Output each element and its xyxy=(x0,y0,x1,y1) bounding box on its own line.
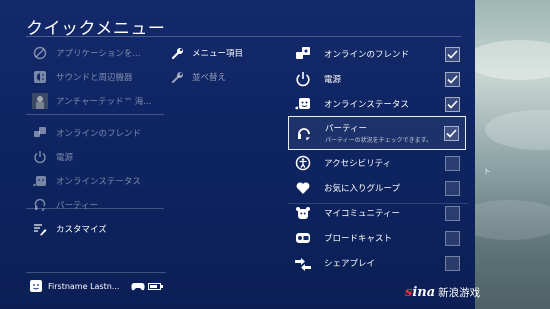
checklist-item-my-community[interactable]: マイコミュニティー xyxy=(288,201,466,225)
checklist-item-party[interactable]: パーティー パーティーの状況をチェックできます。 xyxy=(288,116,466,150)
friends-icon xyxy=(32,125,48,141)
checkbox-power[interactable] xyxy=(445,71,460,87)
checkbox-shareplay[interactable] xyxy=(445,255,460,271)
menu-item-game[interactable]: アンチャーテッド™ 海... xyxy=(32,90,166,112)
footer-divider xyxy=(26,272,166,273)
checklist-item-online-status[interactable]: オンラインステータス xyxy=(288,92,466,116)
user-bar: Firstname Lastn... xyxy=(30,278,164,294)
sound-icon xyxy=(32,69,48,85)
menu-item-label: アンチャーテッド™ 海... xyxy=(56,97,152,107)
customize-icon xyxy=(32,221,48,237)
checklist-item-shareplay[interactable]: シェアプレイ xyxy=(288,251,466,275)
background-game-art: ト xyxy=(475,0,550,309)
checklist-item-favorite-groups[interactable]: お気に入りグループ xyxy=(288,176,466,200)
checklist-item-label: パーティー xyxy=(325,124,367,134)
heart-icon xyxy=(294,179,312,197)
status-icon xyxy=(294,95,312,113)
status-icon xyxy=(32,173,48,189)
checklist-item-label: ブロードキャスト xyxy=(324,234,393,244)
party-icon xyxy=(32,197,48,213)
submenu-item-menu-items[interactable]: メニュー項目 xyxy=(170,42,243,64)
menu-item-label: サウンドと周辺機器 xyxy=(56,73,133,83)
checklist-item-accessibility[interactable]: アクセシビリティ xyxy=(288,151,466,175)
checklist-item-label: オンラインのフレンド xyxy=(324,50,410,60)
friends-icon xyxy=(294,45,312,63)
title-divider xyxy=(26,36,461,37)
user-name: Firstname Lastn... xyxy=(48,281,120,291)
wrench-icon xyxy=(170,70,184,84)
quick-menu-panel: クイックメニュー アプリケーションを... サウンドと周辺機器 アンチャーテッド… xyxy=(0,0,475,309)
checkbox-accessibility[interactable] xyxy=(445,155,460,171)
checklist-item-label: シェアプレイ xyxy=(324,259,376,269)
wrench-icon xyxy=(170,46,184,60)
avatar xyxy=(30,280,42,292)
watermark: sina 新浪游戏 xyxy=(405,285,480,300)
menu-item-sound-devices[interactable]: サウンドと周辺機器 xyxy=(32,66,166,88)
menu-item-label: オンラインステータス xyxy=(56,177,141,187)
shareplay-icon xyxy=(294,254,312,272)
menu-item-label: オンラインのフレンド xyxy=(56,129,142,139)
menu-item-label: カスタマイズ xyxy=(56,225,107,235)
menu-item-power[interactable]: 電源 xyxy=(32,146,166,168)
checklist-item-label: オンラインステータス xyxy=(324,100,409,110)
menu-item-customize[interactable]: カスタマイズ xyxy=(32,218,166,240)
checklist-item-power[interactable]: 電源 xyxy=(288,67,466,91)
menu-item-online-status[interactable]: オンラインステータス xyxy=(32,170,166,192)
divider xyxy=(26,114,164,115)
checkbox-broadcast[interactable] xyxy=(445,230,460,246)
community-icon xyxy=(294,204,312,222)
menu-item-online-friends[interactable]: オンラインのフレンド xyxy=(32,122,166,144)
checklist-item-label: 電源 xyxy=(324,75,342,85)
party-icon xyxy=(295,124,313,142)
power-icon xyxy=(294,70,312,88)
menu-item-party[interactable]: パーティー xyxy=(32,194,166,216)
checklist-item-label: お気に入りグループ xyxy=(324,184,400,194)
game-thumbnail-icon xyxy=(32,93,48,109)
submenu-item-label: メニュー項目 xyxy=(192,49,244,59)
controller-status xyxy=(131,282,164,291)
divider xyxy=(288,203,468,204)
checklist-item-description: パーティーの状況をチェックできます。 xyxy=(325,137,433,144)
cancel-icon xyxy=(32,45,48,61)
power-icon xyxy=(32,149,48,165)
checkbox-online-friends[interactable] xyxy=(445,46,460,62)
checklist-item-label: アクセシビリティ xyxy=(324,159,392,169)
accessibility-icon xyxy=(294,154,312,172)
checklist-item-broadcast[interactable]: ブロードキャスト xyxy=(288,226,466,250)
menu-item-label: アプリケーションを... xyxy=(56,49,141,59)
checkbox-party[interactable] xyxy=(444,125,459,141)
menu-item-label: 電源 xyxy=(56,153,74,163)
watermark-text: 新浪游戏 xyxy=(438,287,481,299)
checklist-item-online-friends[interactable]: オンラインのフレンド xyxy=(288,42,466,66)
checkbox-online-status[interactable] xyxy=(445,96,460,112)
battery-indicator xyxy=(148,282,164,290)
watermark-logo: sina xyxy=(405,285,436,300)
menu-item-close-app[interactable]: アプリケーションを... xyxy=(32,42,166,64)
divider xyxy=(26,208,164,209)
menu-item-label: パーティー xyxy=(56,201,98,211)
submenu-item-reorder[interactable]: 並べ替え xyxy=(170,66,226,88)
checkbox-my-community[interactable] xyxy=(445,205,460,221)
background-text: ト xyxy=(483,167,491,176)
controller-icon xyxy=(131,282,146,291)
checkbox-favorite-groups[interactable] xyxy=(445,180,460,196)
submenu-item-label: 並べ替え xyxy=(192,73,227,83)
checklist-item-label: マイコミュニティー xyxy=(324,209,400,219)
broadcast-icon xyxy=(294,229,312,247)
